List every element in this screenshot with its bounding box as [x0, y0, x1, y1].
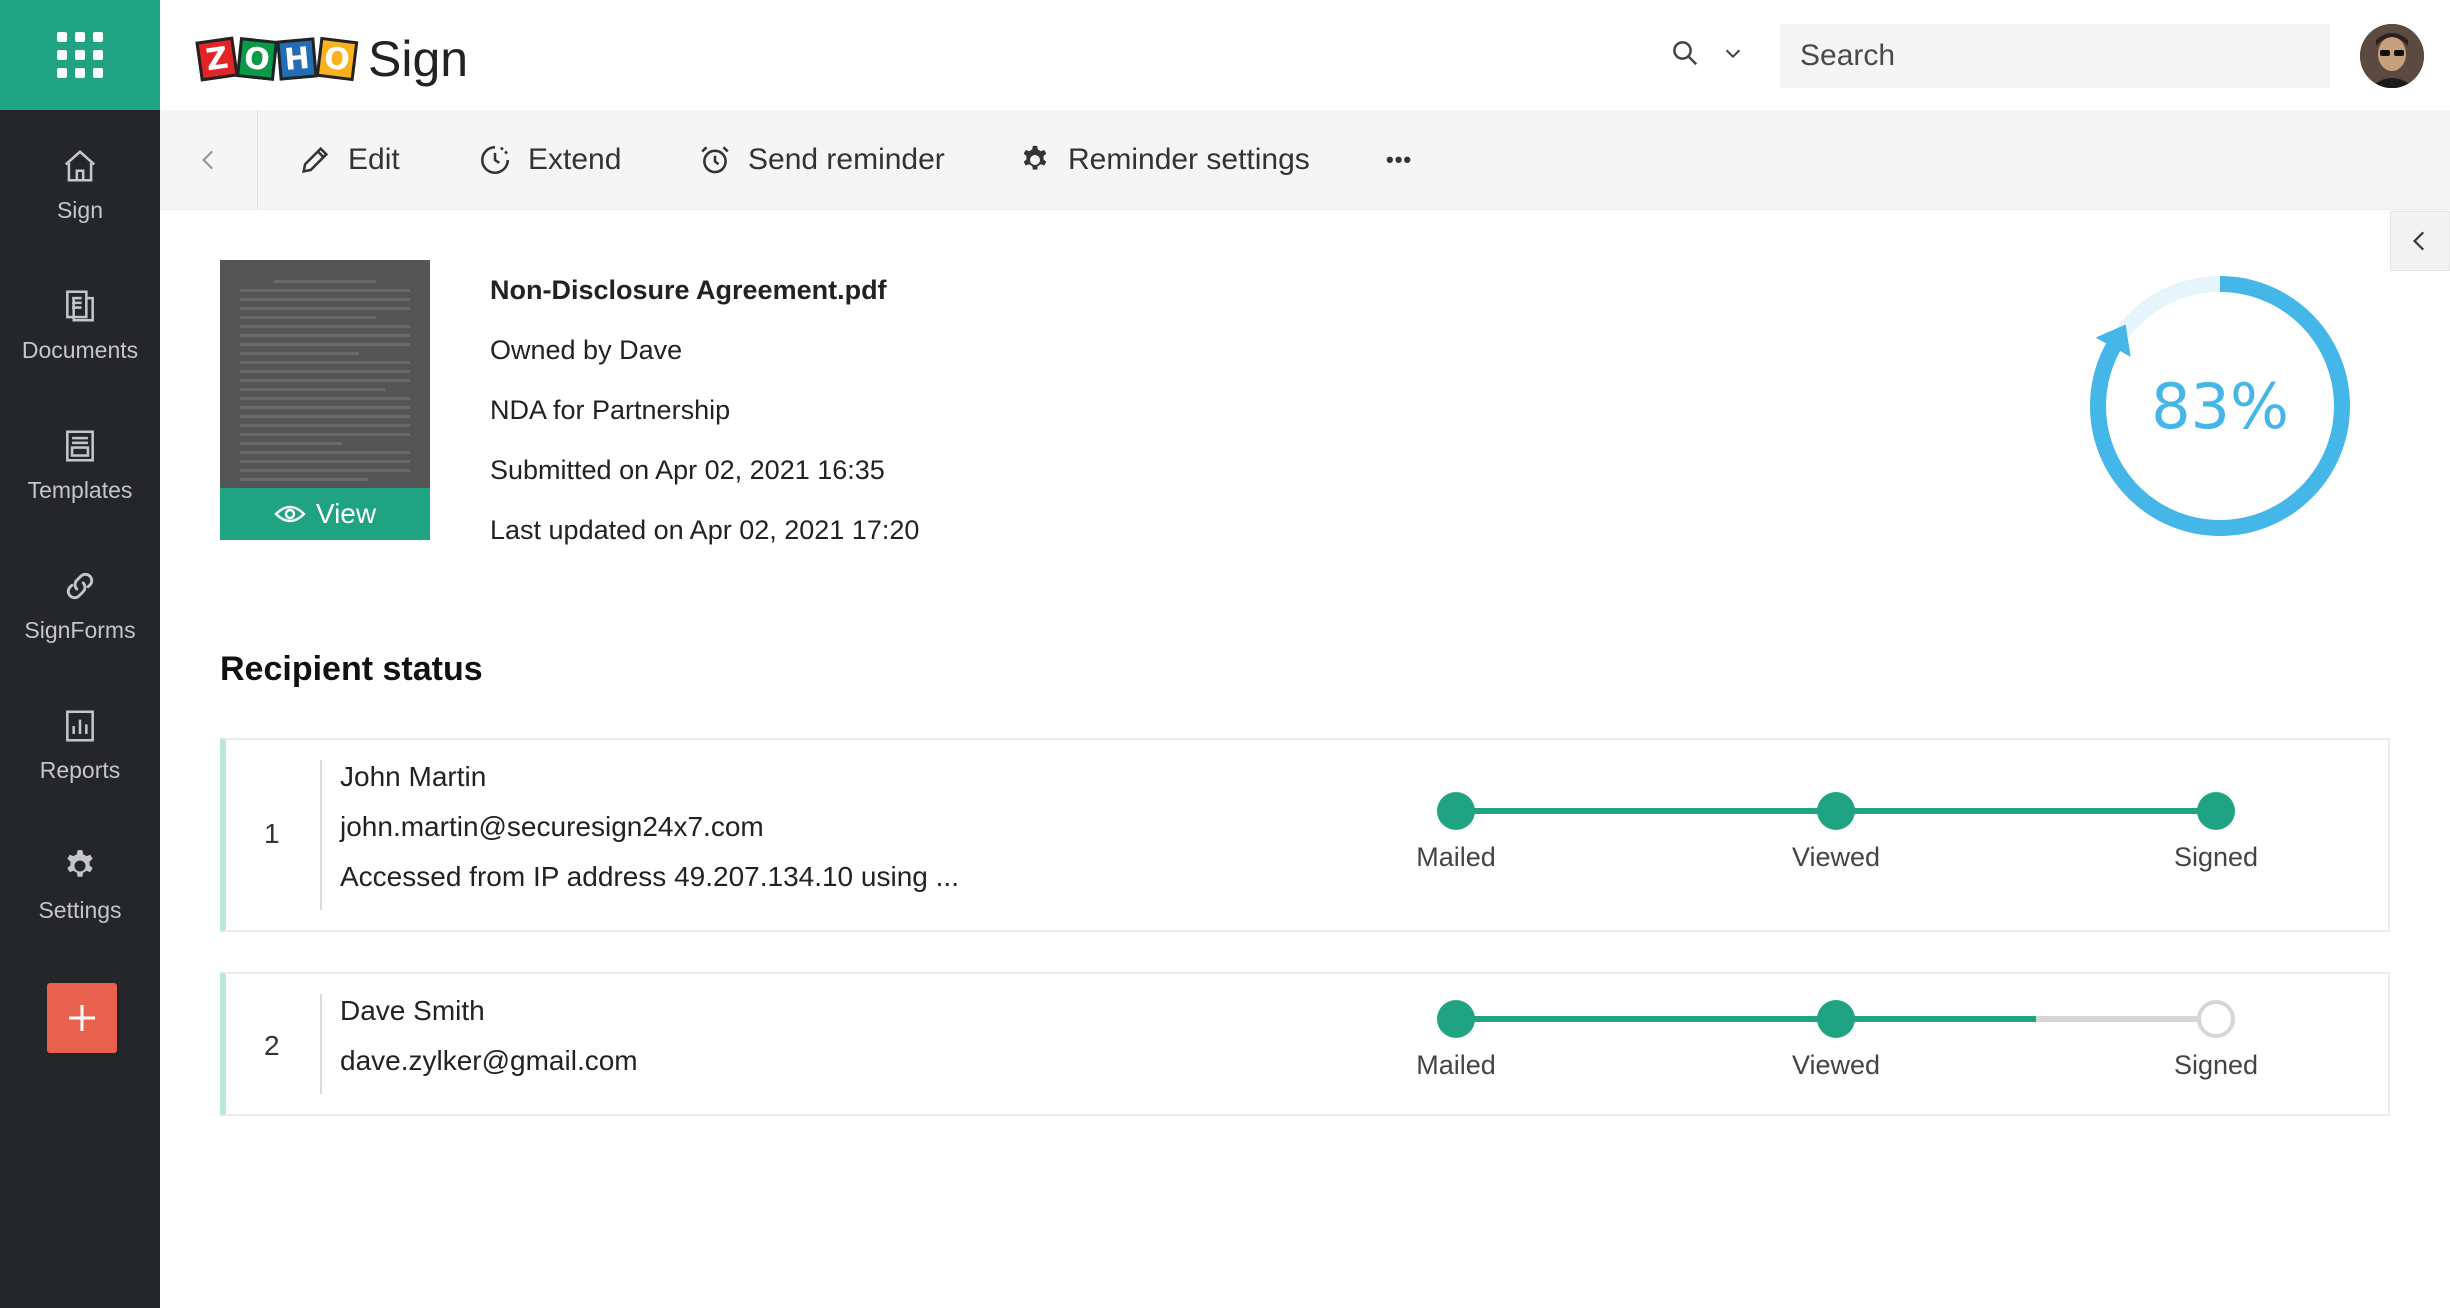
document-description: NDA for Partnership [490, 395, 731, 425]
details-panel-toggle[interactable] [2390, 211, 2450, 271]
stage-label: Signed [2173, 842, 2259, 872]
more-options-button[interactable]: ••• [1386, 110, 1412, 210]
view-label: View [315, 498, 377, 529]
edit-label: Edit [348, 143, 400, 176]
chevron-left-icon [201, 150, 213, 170]
edit-button[interactable]: Edit [298, 110, 400, 210]
sidebar-item-label: Documents [21, 336, 139, 363]
send-reminder-label: Send reminder [748, 143, 945, 176]
sidebar-item-settings[interactable]: Settings [0, 820, 160, 950]
logo-letter: H [276, 37, 318, 81]
status-track: Mailed Viewed Signed [1416, 790, 2258, 872]
chevron-down-icon [1725, 49, 1741, 59]
grid-icon [57, 32, 103, 78]
extend-label: Extend [528, 143, 622, 176]
logo-letter: O [315, 36, 359, 82]
view-button[interactable]: View [220, 488, 430, 540]
mailed-node [1437, 1000, 1475, 1038]
sidebar-item-signforms[interactable]: SignForms [0, 540, 160, 670]
signed-node [2197, 792, 2235, 830]
chevron-left-icon [2413, 231, 2425, 251]
recipient-access-info: Accessed from IP address 49.207.134.10 u… [340, 861, 959, 892]
add-button[interactable] [47, 983, 117, 1053]
reminder-settings-button[interactable]: Reminder settings [1018, 110, 1310, 210]
send-reminder-button[interactable]: Send reminder [698, 110, 945, 210]
viewed-node [1817, 792, 1855, 830]
recipient-info: Dave Smith dave.zylker@gmail.com [340, 986, 638, 1086]
document-owner: Owned by Dave [490, 335, 683, 365]
search-icon [1673, 41, 1698, 66]
sidebar-item-label: SignForms [24, 616, 136, 643]
reports-icon [66, 709, 94, 742]
sidebar-item-reports[interactable]: Reports [0, 680, 160, 810]
header: Z O H O Sign [160, 0, 2450, 110]
search-input[interactable] [1780, 24, 2330, 88]
stage-label: Mailed [1416, 1050, 1496, 1080]
reminder-settings-label: Reminder settings [1068, 143, 1310, 176]
avatar[interactable] [2360, 24, 2424, 88]
app-grid-button[interactable] [0, 0, 160, 110]
recipient-card[interactable]: 2 Dave Smith dave.zylker@gmail.com Maile… [220, 972, 2390, 1116]
divider [320, 994, 322, 1094]
document-thumbnail[interactable]: View [220, 260, 430, 540]
divider [320, 760, 322, 910]
recipient-info: John Martin john.martin@securesign24x7.c… [340, 752, 959, 902]
document-toolbar: Edit Extend Send reminder Reminder setti… [160, 110, 2450, 210]
recipient-order: 1 [264, 818, 280, 849]
recipient-name: John Martin [340, 761, 487, 792]
zoho-sign-logo[interactable]: Z O H O Sign [195, 30, 469, 88]
pencil-icon [302, 146, 329, 173]
recipient-email: john.martin@securesign24x7.com [340, 811, 764, 842]
gear-icon [67, 849, 93, 877]
stage-label: Mailed [1416, 842, 1496, 872]
status-track: Mailed Viewed Signed [1416, 998, 2258, 1080]
sidebar-item-documents[interactable]: Documents [0, 260, 160, 390]
templates-icon [66, 429, 94, 462]
back-button[interactable] [160, 110, 258, 210]
submitted-date: Submitted on Apr 02, 2021 16:35 [490, 455, 885, 485]
sidebar-item-templates[interactable]: Templates [0, 400, 160, 530]
stage-label: Viewed [1791, 1050, 1881, 1080]
track-line-complete [1456, 1016, 2036, 1022]
logo-letter: Z [195, 36, 239, 82]
sidebar-item-label: Sign [56, 196, 104, 223]
signed-node-pending [2197, 1000, 2235, 1038]
more-icon: ••• [1386, 147, 1413, 172]
recipient-order: 2 [264, 1030, 280, 1061]
recipient-status-title: Recipient status [220, 650, 483, 688]
plus-icon [69, 1005, 95, 1031]
product-name: Sign [368, 31, 469, 87]
documents-icon [66, 289, 94, 322]
document-details: Non-Disclosure Agreement.pdf Owned by Da… [490, 270, 919, 570]
user-photo-icon [2360, 24, 2424, 88]
sidebar: Sign Documents Templates SignForms Repor… [0, 0, 160, 1308]
sidebar-item-label: Reports [39, 756, 121, 783]
mailed-node [1437, 792, 1475, 830]
viewed-node [1817, 1000, 1855, 1038]
progress-percent: 83% [2151, 369, 2289, 443]
home-icon [64, 149, 96, 182]
link-icon [66, 572, 94, 599]
logo-letter: O [236, 37, 278, 81]
recipient-card[interactable]: 1 John Martin john.martin@securesign24x7… [220, 738, 2390, 932]
stage-label: Viewed [1791, 842, 1881, 872]
sidebar-item-label: Templates [27, 476, 133, 503]
document-preview-lines [240, 280, 410, 487]
sidebar-item-label: Settings [38, 896, 122, 923]
extend-button[interactable]: Extend [478, 110, 621, 210]
completion-progress: 83% [2070, 256, 2370, 556]
recipient-email: dave.zylker@gmail.com [340, 1045, 638, 1076]
updated-date: Last updated on Apr 02, 2021 17:20 [490, 515, 920, 545]
search-scope-dropdown[interactable] [1670, 38, 1744, 68]
clock-extend-icon [480, 145, 510, 175]
document-name: Non-Disclosure Agreement.pdf [490, 275, 887, 305]
recipient-name: Dave Smith [340, 995, 485, 1026]
eye-icon [274, 505, 306, 523]
gear-icon [1023, 145, 1047, 170]
alarm-icon [701, 146, 729, 174]
stage-label: Signed [2173, 1050, 2259, 1080]
sidebar-item-sign[interactable]: Sign [0, 120, 160, 250]
